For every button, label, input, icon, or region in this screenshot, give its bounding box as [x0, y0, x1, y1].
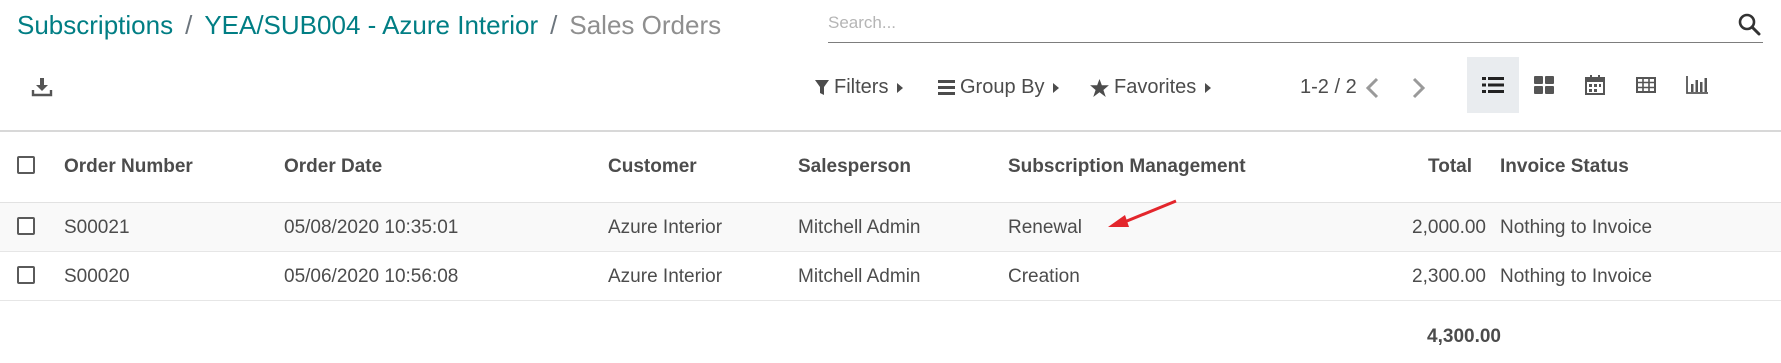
list-view-icon: [1482, 77, 1504, 93]
pivot-view-icon: [1636, 77, 1656, 93]
list-view-button[interactable]: [1467, 57, 1519, 113]
salesperson: Mitchell Admin: [798, 266, 921, 287]
subscription-management: Renewal: [1008, 217, 1082, 238]
invoice-status: Nothing to Invoice: [1500, 266, 1653, 287]
caret-right-icon: [1205, 82, 1212, 93]
search-bar: [828, 8, 1763, 43]
column-header-total[interactable]: Total: [1428, 156, 1472, 178]
caret-right-icon: [1053, 82, 1060, 93]
filters-label: Filters: [834, 76, 889, 98]
salesperson: Mitchell Admin: [798, 217, 921, 238]
calendar-view-icon: [1585, 75, 1605, 95]
order-number: S00021: [64, 217, 130, 238]
row-checkbox[interactable]: [17, 266, 35, 284]
kanban-view-button[interactable]: [1518, 57, 1570, 113]
table-header: Order Number Order Date Customer Salespe…: [0, 132, 1781, 203]
column-header-subscription-management[interactable]: Subscription Management: [1008, 156, 1246, 178]
breadcrumb-current: Sales Orders: [569, 10, 722, 40]
filter-icon: [815, 79, 829, 95]
order-date: 05/06/2020 10:56:08: [284, 266, 459, 287]
graph-view-icon: [1686, 76, 1708, 94]
subscription-management: Creation: [1008, 266, 1080, 287]
search-icon[interactable]: [1737, 12, 1761, 36]
customer: Azure Interior: [608, 217, 723, 238]
calendar-view-button[interactable]: [1569, 57, 1621, 113]
pager-value[interactable]: 1-2 / 2: [1300, 76, 1357, 99]
breadcrumb: Subscriptions / YEA/SUB004 - Azure Interio…: [17, 10, 721, 41]
group-by-label: Group By: [960, 76, 1045, 98]
column-header-order-number[interactable]: Order Number: [64, 156, 193, 178]
favorites-label: Favorites: [1114, 76, 1197, 98]
column-header-salesperson[interactable]: Salesperson: [798, 156, 911, 178]
footer-total: 4,300.00: [1427, 326, 1501, 347]
breadcrumb-subscriptions[interactable]: Subscriptions: [17, 10, 173, 40]
order-date: 05/08/2020 10:35:01: [284, 217, 459, 238]
total: 2,300.00: [1412, 266, 1486, 287]
select-all-checkbox[interactable]: [17, 156, 35, 174]
total: 2,000.00: [1412, 217, 1486, 238]
search-input[interactable]: [828, 8, 1708, 38]
breadcrumb-separator: /: [185, 10, 193, 40]
star-icon: [1090, 78, 1109, 97]
chevron-right-icon[interactable]: [1406, 74, 1430, 102]
table-row[interactable]: S00021 05/08/2020 10:35:01 Azure Interio…: [0, 203, 1781, 252]
table-row[interactable]: S00020 05/06/2020 10:56:08 Azure Interio…: [0, 252, 1781, 301]
breadcrumb-subscription-record[interactable]: YEA/SUB004 - Azure Interior: [204, 10, 538, 40]
download-icon[interactable]: [31, 76, 53, 98]
order-number: S00020: [64, 266, 130, 287]
row-checkbox[interactable]: [17, 217, 35, 235]
filters-button[interactable]: Filters: [815, 76, 904, 99]
column-header-customer[interactable]: Customer: [608, 156, 697, 178]
breadcrumb-separator: /: [550, 10, 558, 40]
annotation-arrow-icon: [1108, 199, 1177, 227]
favorites-button[interactable]: Favorites: [1090, 76, 1212, 99]
pivot-view-button[interactable]: [1620, 57, 1672, 113]
column-header-order-date[interactable]: Order Date: [284, 156, 382, 178]
kanban-view-icon: [1534, 76, 1554, 94]
group-by-button[interactable]: Group By: [938, 76, 1060, 99]
caret-right-icon: [897, 82, 904, 93]
chevron-left-icon[interactable]: [1361, 74, 1385, 102]
group-by-icon: [938, 80, 955, 95]
customer: Azure Interior: [608, 266, 723, 287]
invoice-status: Nothing to Invoice: [1500, 217, 1653, 238]
graph-view-button[interactable]: [1671, 57, 1723, 113]
column-header-invoice-status[interactable]: Invoice Status: [1500, 156, 1629, 178]
